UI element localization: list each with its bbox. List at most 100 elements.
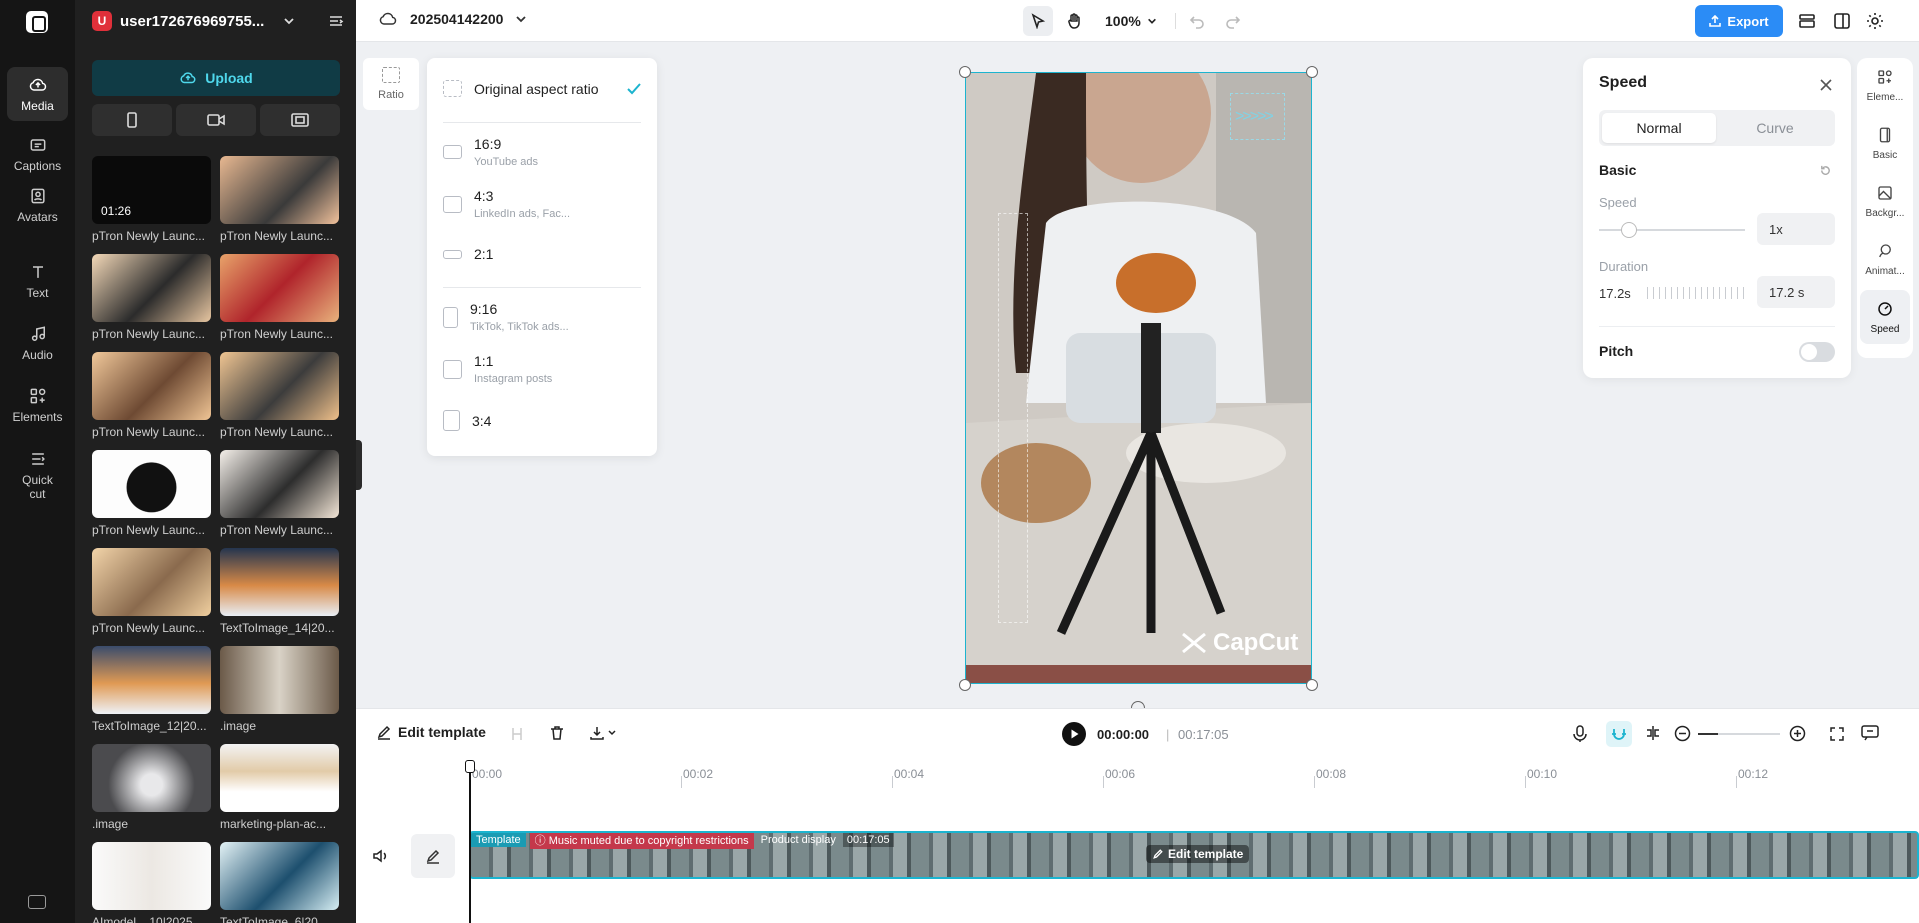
nav-media[interactable]: Media xyxy=(7,67,68,121)
close-icon[interactable] xyxy=(1819,78,1833,92)
zoom-in-icon[interactable] xyxy=(1789,725,1806,742)
reset-icon[interactable] xyxy=(1819,164,1832,177)
ratio-option-16-9[interactable]: 16:9 YouTube ads xyxy=(443,136,641,168)
nav-audio[interactable]: Audio xyxy=(7,316,68,370)
user-avatar[interactable]: U xyxy=(92,11,112,31)
feedback-icon[interactable] xyxy=(1861,725,1879,741)
pitch-toggle[interactable] xyxy=(1799,342,1835,362)
nav-quick-cut-label: Quick cut xyxy=(22,473,53,501)
time-ruler[interactable] xyxy=(356,759,1919,789)
panel-resize-handle[interactable] xyxy=(356,440,362,490)
ratio-option-original[interactable]: Original aspect ratio xyxy=(443,80,641,97)
align-icon[interactable] xyxy=(1644,725,1662,741)
speed-input[interactable]: 1x xyxy=(1757,213,1835,245)
media-tile[interactable]: marketing-plan-ac... xyxy=(220,744,339,831)
timeline-zoom-slider[interactable] xyxy=(1698,733,1780,735)
layout-panel-icon[interactable] xyxy=(1832,11,1852,31)
edit-template-button[interactable]: Edit template xyxy=(376,724,486,740)
media-tile[interactable]: pTron Newly Launc... xyxy=(92,254,211,341)
clip-header: Template ⓘ Music muted due to copyright … xyxy=(471,833,894,849)
zoom-select[interactable]: 100% xyxy=(1105,13,1157,29)
track-edit-button[interactable] xyxy=(411,834,455,878)
microphone-icon[interactable] xyxy=(1572,725,1588,743)
media-tile[interactable]: pTron Newly Launc... xyxy=(92,450,211,537)
tab-normal[interactable]: Normal xyxy=(1602,113,1716,143)
undo-button[interactable] xyxy=(1182,6,1212,36)
speed-slider[interactable] xyxy=(1599,222,1745,238)
ratio-option-3-4[interactable]: 3:4 xyxy=(443,410,641,431)
ratio-button[interactable]: Ratio xyxy=(363,58,419,110)
nav-elements[interactable]: Elements xyxy=(7,378,68,432)
filter-video-button[interactable] xyxy=(176,104,256,136)
resize-handle-top-right[interactable] xyxy=(1306,66,1318,78)
hand-tool-button[interactable] xyxy=(1059,6,1089,36)
nav-captions[interactable]: Captions xyxy=(7,127,68,181)
upload-button[interactable]: Upload xyxy=(92,60,340,96)
ratio-option-2-1[interactable]: 2:1 xyxy=(443,246,641,262)
user-menu[interactable]: U user172676969755... xyxy=(92,10,346,32)
tab-curve[interactable]: Curve xyxy=(1718,113,1832,143)
gear-icon[interactable] xyxy=(1865,11,1885,31)
filter-image-button[interactable] xyxy=(260,104,340,136)
tab-background[interactable]: Backgr... xyxy=(1860,174,1910,228)
tab-basic[interactable]: Basic xyxy=(1860,116,1910,170)
select-tool-button[interactable] xyxy=(1023,6,1053,36)
redo-button[interactable] xyxy=(1218,6,1248,36)
media-tile[interactable]: pTron Newly Launc... xyxy=(220,352,339,439)
ratio-option-4-3[interactable]: 4:3 LinkedIn ads, Fac... xyxy=(443,188,641,220)
username[interactable]: user172676969755... xyxy=(120,13,275,30)
speed-slider-thumb[interactable] xyxy=(1621,222,1637,238)
trash-icon[interactable] xyxy=(549,725,565,741)
layers-icon[interactable] xyxy=(1797,11,1817,31)
media-tile[interactable]: AImodel__10|2025... xyxy=(92,842,211,923)
resize-handle-bottom-right[interactable] xyxy=(1306,679,1318,691)
chevron-down-icon xyxy=(1147,18,1156,24)
fullscreen-icon[interactable] xyxy=(1829,726,1845,742)
text-frame[interactable] xyxy=(998,213,1028,623)
duration-input[interactable]: 17.2 s xyxy=(1757,276,1835,308)
nav-quick-cut[interactable]: Quick cut xyxy=(7,444,68,506)
media-tile[interactable]: pTron Newly Launc... xyxy=(220,254,339,341)
media-tile[interactable]: pTron Newly Launc... xyxy=(220,450,339,537)
volume-icon[interactable] xyxy=(372,848,390,864)
split-icon[interactable] xyxy=(510,726,524,742)
chevron-down-icon[interactable] xyxy=(283,15,295,27)
video-preview-canvas[interactable]: >>>>> CapCut xyxy=(965,72,1312,684)
resize-handle-top-left[interactable] xyxy=(959,66,971,78)
nav-avatars[interactable]: Avatars xyxy=(7,178,68,232)
keyboard-icon[interactable] xyxy=(28,895,46,909)
tab-animation[interactable]: Animat... xyxy=(1860,232,1910,286)
ratio-option-1-1[interactable]: 1:1 Instagram posts xyxy=(443,353,641,385)
play-button[interactable] xyxy=(1062,722,1086,746)
media-tile[interactable]: .image xyxy=(92,744,211,831)
tab-elements[interactable]: Eleme... xyxy=(1860,58,1910,112)
media-tile[interactable]: pTron Newly Launc... xyxy=(92,548,211,635)
clip-edit-template-button[interactable]: Edit template xyxy=(1146,845,1250,863)
tab-animation-label: Animat... xyxy=(1865,265,1905,277)
current-time: 00:00:00 xyxy=(1097,727,1150,742)
chevron-down-icon[interactable] xyxy=(515,13,527,25)
capcut-logo-icon[interactable] xyxy=(26,11,48,33)
video-clip[interactable]: Template ⓘ Music muted due to copyright … xyxy=(469,831,1919,879)
sticker-frame[interactable]: >>>>> xyxy=(1230,93,1285,140)
download-icon[interactable] xyxy=(589,725,617,741)
media-tile[interactable]: TextToImage_6|20... xyxy=(220,842,339,923)
project-title[interactable]: 202504142200 xyxy=(378,10,527,28)
media-tile[interactable]: 01:26 pTron Newly Launc... xyxy=(92,156,211,243)
media-tile[interactable]: .image xyxy=(220,646,339,733)
nav-text[interactable]: Text xyxy=(7,254,68,308)
duration-slider[interactable] xyxy=(1647,287,1745,299)
filter-phone-button[interactable] xyxy=(92,104,172,136)
media-tile[interactable]: TextToImage_12|20... xyxy=(92,646,211,733)
export-button[interactable]: Export xyxy=(1695,5,1783,37)
media-tile[interactable]: pTron Newly Launc... xyxy=(220,156,339,243)
tab-speed[interactable]: Speed xyxy=(1860,290,1910,344)
media-tile[interactable]: pTron Newly Launc... xyxy=(92,352,211,439)
media-tile[interactable]: TextToImage_14|20... xyxy=(220,548,339,635)
ratio-option-9-16[interactable]: 9:16 TikTok, TikTok ads... xyxy=(443,301,641,333)
ratio-option-label: 4:3 xyxy=(474,188,494,204)
menu-collapse-icon[interactable] xyxy=(327,12,345,30)
resize-handle-bottom-left[interactable] xyxy=(959,679,971,691)
zoom-out-icon[interactable] xyxy=(1674,725,1691,742)
magnet-toggle[interactable] xyxy=(1606,721,1632,747)
